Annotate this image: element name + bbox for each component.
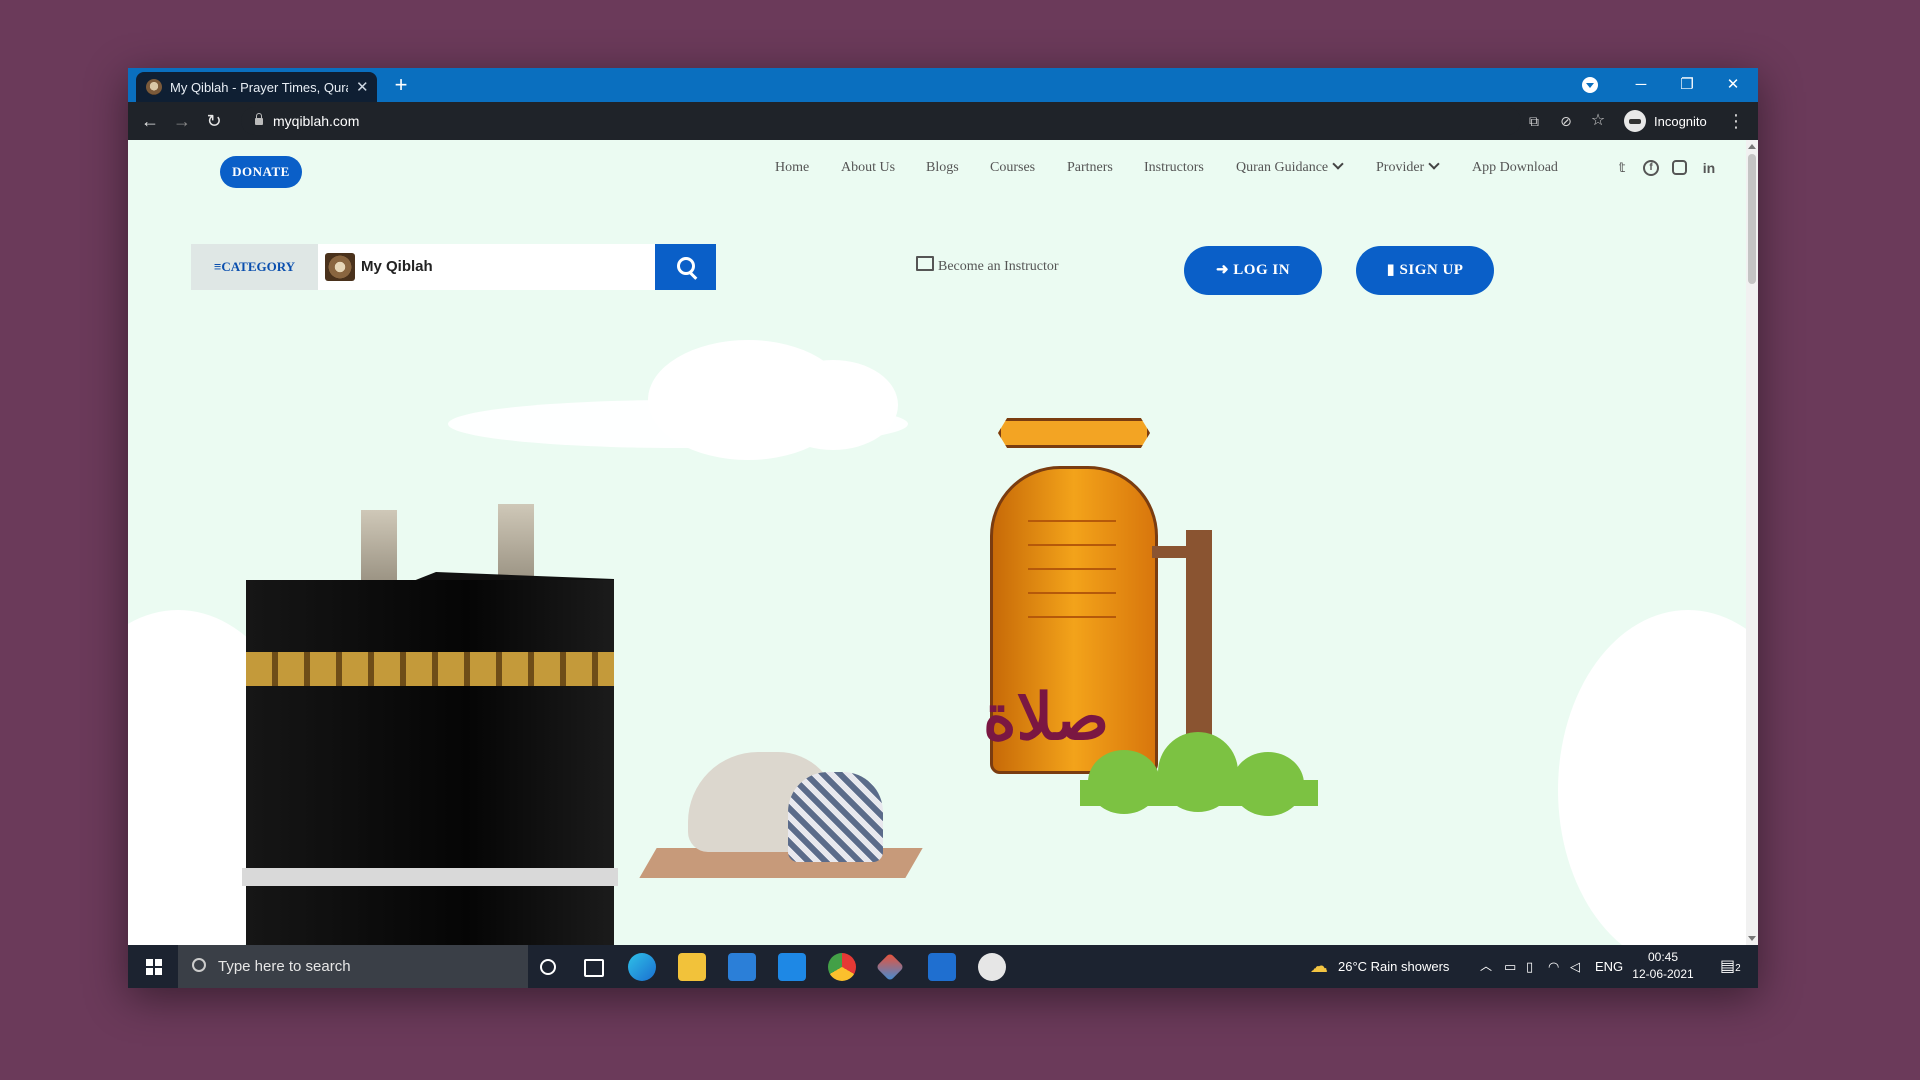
become-instructor-link[interactable]: Become an Instructor xyxy=(916,252,1059,282)
tab-title: My Qiblah - Prayer Times, Quran xyxy=(170,79,348,95)
signup-button[interactable]: ▮ SIGN UP xyxy=(1356,246,1494,295)
eye-off-icon[interactable]: ⊘ xyxy=(1554,102,1578,140)
close-window-button[interactable]: ✕ xyxy=(1710,68,1756,102)
lock-icon[interactable] xyxy=(255,113,263,125)
nav-about-us[interactable]: About Us xyxy=(841,160,895,176)
store-icon[interactable] xyxy=(728,953,756,981)
language-indicator[interactable]: ENG xyxy=(1595,945,1623,988)
notification-count: 2 xyxy=(1735,963,1741,974)
login-label: LOG IN xyxy=(1233,262,1291,278)
incognito-icon xyxy=(1624,110,1646,132)
taskbar-search-placeholder: Type here to search xyxy=(218,958,351,975)
scroll-up-icon[interactable] xyxy=(1748,144,1756,149)
nav-blogs[interactable]: Blogs xyxy=(926,160,959,176)
minimize-button[interactable]: ─ xyxy=(1618,68,1664,102)
site-logo-icon xyxy=(325,253,355,281)
new-tab-button[interactable]: + xyxy=(388,72,414,98)
weather-icon[interactable]: ☁ xyxy=(1310,945,1328,988)
url-text: myqiblah.com xyxy=(273,113,360,129)
nav-instructors[interactable]: Instructors xyxy=(1144,160,1204,176)
web-page: DONATE Home About Us Blogs Courses Partn… xyxy=(128,140,1746,945)
chevron-down-icon xyxy=(1428,158,1440,170)
file-explorer-icon[interactable] xyxy=(678,953,706,981)
search-value: My Qiblah xyxy=(361,258,433,275)
instructor-icon xyxy=(916,256,934,271)
taskbar-search-input[interactable]: Type here to search xyxy=(178,945,528,988)
wifi-icon[interactable]: ◠ xyxy=(1548,945,1559,988)
scroll-down-icon[interactable] xyxy=(1748,936,1756,941)
weather-text[interactable]: 26°C Rain showers xyxy=(1338,945,1449,988)
linkedin-icon[interactable]: in xyxy=(1701,160,1717,176)
salah-calligraphy: صلاة xyxy=(983,680,1110,755)
chrome-icon[interactable] xyxy=(828,953,856,981)
address-bar[interactable]: myqiblah.com xyxy=(241,107,1521,135)
profile-label: Incognito xyxy=(1654,113,1707,129)
cloud xyxy=(1558,610,1746,945)
nav-provider[interactable]: Provider xyxy=(1376,158,1440,176)
nav-quran-guidance-label: Quran Guidance xyxy=(1236,160,1329,175)
notification-icon[interactable]: ▤2 xyxy=(1720,945,1741,988)
nav-provider-label: Provider xyxy=(1376,160,1425,175)
git-icon[interactable] xyxy=(875,952,905,982)
search-button[interactable] xyxy=(655,244,716,290)
clock-time: 00:45 xyxy=(1647,950,1679,964)
reload-button[interactable]: ↻ xyxy=(199,102,229,140)
donate-button[interactable]: DONATE xyxy=(220,156,302,188)
page-scrollbar[interactable] xyxy=(1746,140,1758,945)
nav-home[interactable]: Home xyxy=(775,160,809,176)
instagram-icon[interactable] xyxy=(1672,160,1687,175)
mail-icon[interactable] xyxy=(778,953,806,981)
clock-date: 12-06-2021 xyxy=(1632,967,1694,981)
cortana-icon[interactable] xyxy=(540,959,556,975)
browser-window: My Qiblah - Prayer Times, Quran ✕ + ─ ❐ … xyxy=(128,68,1758,988)
vscode-icon[interactable] xyxy=(928,953,956,981)
search-input[interactable]: My Qiblah xyxy=(318,244,655,290)
taskbar: Type here to search ☁ 26°C Rain showers … xyxy=(128,945,1758,988)
chevron-down-icon xyxy=(1332,158,1344,170)
title-bar: My Qiblah - Prayer Times, Quran ✕ + ─ ❐ … xyxy=(128,68,1758,102)
favicon-icon xyxy=(146,79,162,95)
task-view-icon[interactable] xyxy=(584,959,604,977)
nav-partners[interactable]: Partners xyxy=(1067,160,1113,176)
signup-label: SIGN UP xyxy=(1399,262,1464,278)
category-label: CATEGORY xyxy=(221,259,296,274)
system-clock[interactable]: 00:45 12-06-2021 xyxy=(1628,949,1698,983)
chevron-up-icon[interactable]: ︿ xyxy=(1480,945,1492,988)
nav-courses[interactable]: Courses xyxy=(990,160,1035,176)
twitter-icon[interactable]: 𝕥 xyxy=(1614,160,1630,176)
scrollbar-thumb[interactable] xyxy=(1748,154,1756,284)
forward-button[interactable]: → xyxy=(167,102,197,140)
translate-icon[interactable]: ⧉ xyxy=(1522,102,1546,140)
cloud xyxy=(768,360,898,450)
category-button[interactable]: ≡CATEGORY xyxy=(191,244,318,290)
windows-start-icon[interactable] xyxy=(146,959,162,975)
menu-dots-icon[interactable]: ⋮ xyxy=(1726,102,1746,140)
app-icon[interactable] xyxy=(978,953,1006,981)
back-button[interactable]: ← xyxy=(135,102,165,140)
login-button[interactable]: ➜ LOG IN xyxy=(1184,246,1322,295)
battery-icon[interactable]: ▯ xyxy=(1526,945,1533,988)
edge-icon[interactable] xyxy=(628,953,656,981)
network-icon[interactable]: ▭ xyxy=(1504,945,1516,988)
browser-tab[interactable]: My Qiblah - Prayer Times, Quran ✕ xyxy=(136,72,377,102)
nav-app-download[interactable]: App Download xyxy=(1472,160,1558,176)
facebook-icon[interactable]: f xyxy=(1643,160,1659,176)
star-icon[interactable]: ☆ xyxy=(1586,102,1610,140)
nav-quran-guidance[interactable]: Quran Guidance xyxy=(1236,158,1344,176)
volume-icon[interactable]: ◁ xyxy=(1570,945,1580,988)
toolbar: ← → ↻ myqiblah.com ⧉ ⊘ ☆ Incognito ⋮ xyxy=(128,102,1758,140)
become-instructor-label: Become an Instructor xyxy=(938,259,1059,274)
restore-button[interactable]: ❐ xyxy=(1664,68,1710,102)
profile-button[interactable]: Incognito xyxy=(1624,109,1707,133)
tab-close-icon[interactable]: ✕ xyxy=(356,78,369,96)
search-icon xyxy=(192,958,206,972)
tab-search-icon[interactable] xyxy=(1582,77,1598,93)
